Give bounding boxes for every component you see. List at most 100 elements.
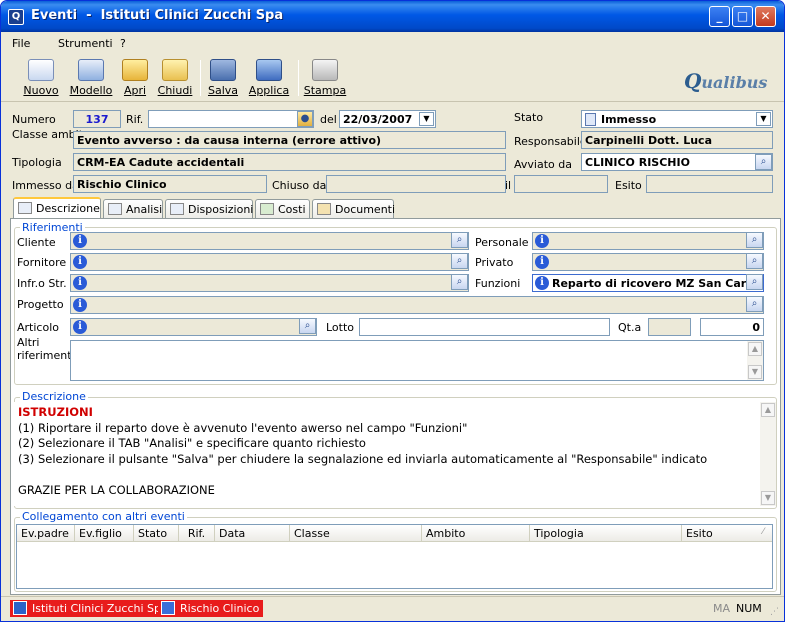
chiudi-label: Chiudi: [157, 84, 193, 97]
funzioni-value: Reparto di ricovero MZ San Carlo: [552, 277, 758, 290]
scroll-up-icon[interactable]: ▲: [748, 342, 762, 356]
stampa-button[interactable]: Stampa: [303, 57, 347, 99]
numero-field[interactable]: 137: [73, 110, 121, 128]
info-icon[interactable]: i: [73, 276, 87, 290]
articolo-field[interactable]: [70, 318, 317, 336]
il-field[interactable]: [514, 175, 608, 193]
search-icon[interactable]: ⌕: [746, 253, 763, 269]
lock-icon[interactable]: ●: [297, 111, 313, 127]
applica-button[interactable]: Applica: [247, 57, 291, 99]
chevron-down-icon[interactable]: ▼: [419, 112, 434, 126]
user-badge: Rischio Clinico: [158, 600, 264, 617]
tipologia-label: Tipologia: [12, 156, 62, 169]
rif-field[interactable]: [148, 110, 314, 128]
progetto-field[interactable]: [70, 296, 764, 314]
chiudi-button[interactable]: Chiudi: [153, 57, 197, 99]
search-icon[interactable]: ⌕: [755, 154, 772, 170]
salva-button[interactable]: Salva: [201, 57, 245, 99]
descrizione-panel: Riferimenti Cliente i ⌕ Personale i ⌕ Fo…: [10, 218, 781, 595]
cliente-label: Cliente: [17, 236, 56, 249]
title-bar[interactable]: Q Eventi - Istituti Clinici Zucchi Spa _…: [1, 1, 784, 32]
qta-unit-field[interactable]: [648, 318, 691, 336]
search-icon[interactable]: ⌕: [746, 274, 763, 290]
search-icon[interactable]: ⌕: [451, 253, 468, 269]
info-icon[interactable]: i: [73, 255, 87, 269]
esito-field[interactable]: [646, 175, 773, 193]
col-rif[interactable]: Rif.: [179, 525, 215, 542]
responsabile-field[interactable]: Carpinelli Dott. Luca: [581, 131, 773, 149]
stato-select[interactable]: Immesso ▼: [581, 110, 773, 128]
scroll-down-icon[interactable]: ▼: [761, 491, 775, 505]
printer-icon: [312, 59, 338, 81]
search-icon[interactable]: ⌕: [451, 274, 468, 290]
immesso-field[interactable]: Rischio Clinico: [73, 175, 267, 193]
application-window: Q Eventi - Istituti Clinici Zucchi Spa _…: [0, 0, 785, 622]
info-icon[interactable]: i: [73, 234, 87, 248]
col-esito[interactable]: Esito ⁄: [682, 525, 772, 542]
num-indicator: NUM: [736, 602, 762, 615]
user-icon: [161, 601, 175, 615]
col-data[interactable]: Data: [215, 525, 290, 542]
descrizione-textarea[interactable]: ISTRUZIONI (1) Riportare il reparto dove…: [14, 402, 776, 506]
infro-field[interactable]: [70, 274, 469, 292]
tab-descrizione[interactable]: Descrizione: [13, 197, 101, 220]
fornitore-field[interactable]: [70, 253, 469, 271]
modello-button[interactable]: Modello: [69, 57, 113, 99]
personale-field[interactable]: [532, 232, 764, 250]
info-icon[interactable]: i: [73, 320, 87, 334]
col-tipologia[interactable]: Tipologia: [530, 525, 682, 542]
collegamento-list[interactable]: Ev.padre Ev.figlio Stato Rif. Data Class…: [16, 524, 773, 589]
search-icon[interactable]: ⌕: [746, 232, 763, 248]
apri-button[interactable]: Apri: [113, 57, 157, 99]
tab-disposizioni[interactable]: Disposizioni: [165, 199, 253, 219]
menu-help[interactable]: ?: [120, 37, 126, 50]
search-icon[interactable]: ⌕: [746, 296, 763, 312]
privato-field[interactable]: [532, 253, 764, 271]
altri-riferimenti-input[interactable]: ▲ ▼: [70, 340, 764, 381]
tipologia-field[interactable]: CRM-EA Cadute accidentali: [73, 153, 506, 171]
chevron-down-icon[interactable]: ▼: [756, 112, 771, 126]
avviato-label: Avviato da: [514, 158, 572, 171]
close-folder-icon: [162, 59, 188, 81]
classe-field[interactable]: Evento avverso : da causa interna (error…: [73, 131, 506, 149]
tab-analisi[interactable]: Analisi: [103, 199, 163, 219]
search-icon[interactable]: ⌕: [299, 318, 316, 334]
scroll-up-icon[interactable]: ▲: [761, 403, 775, 417]
scrollbar[interactable]: ▲ ▼: [747, 341, 763, 380]
maximize-button[interactable]: □: [732, 6, 753, 27]
minimize-button[interactable]: _: [709, 6, 730, 27]
company-badge: Istituti Clinici Zucchi Spa: [10, 600, 172, 617]
close-button[interactable]: ✕: [755, 6, 776, 27]
document-icon: [585, 113, 596, 126]
menu-bar: File Strumenti ?: [1, 32, 784, 54]
qta-field[interactable]: 0: [700, 318, 764, 336]
tab-documenti[interactable]: Documenti: [312, 199, 395, 219]
search-icon[interactable]: ⌕: [451, 232, 468, 248]
info-icon[interactable]: i: [535, 234, 549, 248]
info-icon[interactable]: i: [73, 298, 87, 312]
col-stato[interactable]: Stato: [134, 525, 179, 542]
scrollbar[interactable]: ▲ ▼: [760, 402, 776, 506]
col-classe[interactable]: Classe: [290, 525, 422, 542]
info-icon[interactable]: i: [535, 276, 549, 290]
resize-grip-icon[interactable]: ⋰: [770, 607, 779, 617]
chiuso-field[interactable]: [326, 175, 506, 193]
menu-strumenti[interactable]: Strumenti: [58, 37, 113, 50]
scroll-down-icon[interactable]: ▼: [748, 365, 762, 379]
tab-costi[interactable]: Costi: [255, 199, 310, 219]
del-label: del: [320, 113, 337, 126]
lotto-label: Lotto: [326, 321, 355, 334]
col-ambito[interactable]: Ambito: [422, 525, 530, 542]
nuovo-button[interactable]: Nuovo: [19, 57, 63, 99]
stato-value: Immesso: [601, 113, 657, 126]
lotto-field[interactable]: [359, 318, 610, 336]
toolbar: Nuovo Modello Apri Chiudi Salva Applica …: [1, 54, 784, 102]
menu-file[interactable]: File: [12, 37, 30, 50]
col-ev-padre[interactable]: Ev.padre: [17, 525, 75, 542]
avviato-field[interactable]: CLINICO RISCHIO: [581, 153, 773, 171]
date-field[interactable]: 22/03/2007 ▼: [339, 110, 436, 128]
info-icon[interactable]: i: [535, 255, 549, 269]
col-ev-figlio[interactable]: Ev.figlio: [75, 525, 134, 542]
cliente-field[interactable]: [70, 232, 469, 250]
app-icon: Q: [8, 9, 24, 25]
